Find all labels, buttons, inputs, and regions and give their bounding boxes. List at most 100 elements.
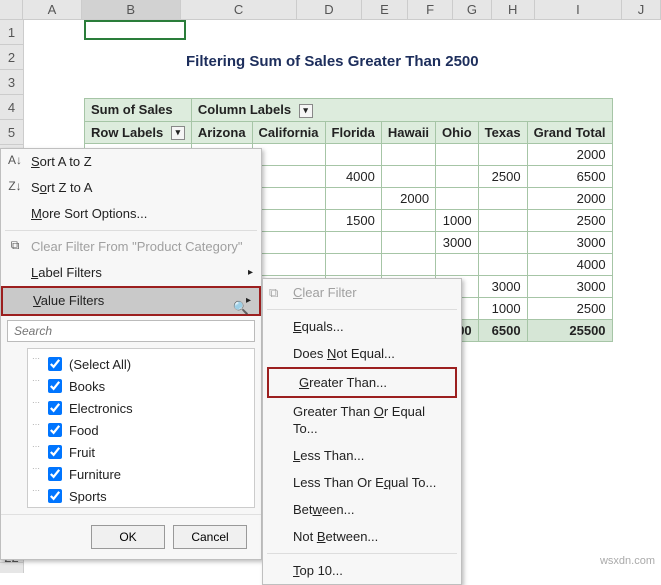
col-grand-total[interactable]: Grand Total <box>527 121 612 144</box>
data-cell[interactable]: 4000 <box>527 254 612 276</box>
data-cell[interactable] <box>381 166 435 188</box>
data-cell[interactable] <box>478 144 527 166</box>
check-box[interactable] <box>48 357 62 371</box>
data-cell[interactable]: 2500 <box>478 166 527 188</box>
data-cell[interactable]: 3000 <box>436 232 479 254</box>
row-header-4[interactable]: 4 <box>0 95 23 120</box>
col-arizona[interactable]: Arizona <box>191 121 252 144</box>
col-header-g[interactable]: G <box>453 0 492 19</box>
check-box[interactable] <box>48 423 62 437</box>
data-cell[interactable]: 6500 <box>527 166 612 188</box>
check-item[interactable]: Food <box>32 419 250 441</box>
data-cell[interactable]: 3000 <box>527 276 612 298</box>
check-item[interactable]: Electronics <box>32 397 250 419</box>
data-cell[interactable] <box>252 232 325 254</box>
col-header-f[interactable]: F <box>408 0 453 19</box>
check-box[interactable] <box>48 467 62 481</box>
data-cell[interactable] <box>325 254 381 276</box>
data-cell[interactable] <box>325 188 381 210</box>
check-box[interactable] <box>48 379 62 393</box>
value-filters[interactable]: Value Filters ▸ <box>1 286 261 316</box>
sort-a-to-z[interactable]: A↓ Sort A to Z <box>1 149 261 175</box>
data-cell[interactable] <box>252 166 325 188</box>
check-item[interactable]: (Select All) <box>32 353 250 375</box>
data-cell[interactable]: 3000 <box>478 276 527 298</box>
data-cell[interactable]: 2000 <box>527 144 612 166</box>
col-hawaii[interactable]: Hawaii <box>381 121 435 144</box>
filter-checklist[interactable]: (Select All)BooksElectronicsFoodFruitFur… <box>27 348 255 508</box>
data-cell[interactable]: 2500 <box>527 298 612 320</box>
data-cell[interactable]: 1000 <box>436 210 479 232</box>
data-cell[interactable] <box>436 188 479 210</box>
data-cell[interactable] <box>436 166 479 188</box>
sub-gte[interactable]: Greater Than Or Equal To... <box>263 398 461 442</box>
col-header-h[interactable]: H <box>492 0 535 19</box>
sub-lte[interactable]: Less Than Or Equal To... <box>263 469 461 496</box>
col-header-e[interactable]: E <box>362 0 409 19</box>
data-cell[interactable]: 1000 <box>478 298 527 320</box>
row-header-3[interactable]: 3 <box>0 70 23 95</box>
sub-top-10[interactable]: Top 10... <box>263 557 461 584</box>
col-texas[interactable]: Texas <box>478 121 527 144</box>
sub-greater-than[interactable]: Greater Than... <box>267 367 457 398</box>
row-labels-header[interactable]: Row Labels ▾ <box>85 121 192 144</box>
data-cell[interactable]: 2000 <box>381 188 435 210</box>
data-cell[interactable] <box>252 210 325 232</box>
column-labels-filter-button[interactable]: ▾ <box>299 104 313 118</box>
data-cell[interactable]: 25500 <box>527 320 612 342</box>
col-florida[interactable]: Florida <box>325 121 381 144</box>
data-cell[interactable]: 2500 <box>527 210 612 232</box>
sub-not-between[interactable]: Not Between... <box>263 523 461 550</box>
check-box[interactable] <box>48 489 62 503</box>
col-header-d[interactable]: D <box>297 0 361 19</box>
sub-less-than[interactable]: Less Than... <box>263 442 461 469</box>
data-cell[interactable] <box>252 188 325 210</box>
row-header-1[interactable]: 1 <box>0 20 23 45</box>
column-labels-header[interactable]: Column Labels ▾ <box>191 99 612 122</box>
data-cell[interactable] <box>381 144 435 166</box>
col-header-j[interactable]: J <box>622 0 661 19</box>
row-header-2[interactable]: 2 <box>0 45 23 70</box>
data-cell[interactable] <box>436 144 479 166</box>
col-header-c[interactable]: C <box>181 0 298 19</box>
cancel-button[interactable]: Cancel <box>173 525 247 549</box>
check-item[interactable]: Furniture <box>32 463 250 485</box>
data-cell[interactable]: 6500 <box>478 320 527 342</box>
data-cell[interactable] <box>325 232 381 254</box>
data-cell[interactable] <box>478 210 527 232</box>
select-all-cell[interactable] <box>0 0 23 19</box>
data-cell[interactable] <box>436 254 479 276</box>
check-item[interactable]: Sports <box>32 485 250 507</box>
data-cell[interactable] <box>478 254 527 276</box>
check-item[interactable]: Toys <box>32 507 250 508</box>
data-cell[interactable] <box>478 188 527 210</box>
data-cell[interactable]: 4000 <box>325 166 381 188</box>
more-sort-options[interactable]: More Sort Options... <box>1 201 261 227</box>
row-labels-filter-button[interactable]: ▾ <box>171 126 185 140</box>
data-cell[interactable]: 2000 <box>527 188 612 210</box>
data-cell[interactable] <box>381 232 435 254</box>
ok-button[interactable]: OK <box>91 525 165 549</box>
data-cell[interactable]: 3000 <box>527 232 612 254</box>
sub-does-not-equal[interactable]: Does Not Equal... <box>263 340 461 367</box>
check-box[interactable] <box>48 401 62 415</box>
data-cell[interactable]: 1500 <box>325 210 381 232</box>
label-filters[interactable]: Label Filters ▸ <box>1 260 261 286</box>
data-cell[interactable] <box>325 144 381 166</box>
col-header-b[interactable]: B <box>82 0 181 19</box>
col-california[interactable]: California <box>252 121 325 144</box>
search-input[interactable] <box>7 320 255 342</box>
data-cell[interactable] <box>478 232 527 254</box>
sub-between[interactable]: Between... <box>263 496 461 523</box>
data-cell[interactable] <box>252 254 325 276</box>
data-cell[interactable] <box>252 144 325 166</box>
col-header-i[interactable]: I <box>535 0 622 19</box>
check-box[interactable] <box>48 445 62 459</box>
sub-equals[interactable]: Equals... <box>263 313 461 340</box>
sort-z-to-a[interactable]: Z↓ Sort Z to A <box>1 175 261 201</box>
check-item[interactable]: Books <box>32 375 250 397</box>
check-item[interactable]: Fruit <box>32 441 250 463</box>
row-header-5[interactable]: 5 <box>0 120 23 145</box>
col-ohio[interactable]: Ohio <box>436 121 479 144</box>
data-cell[interactable] <box>381 210 435 232</box>
